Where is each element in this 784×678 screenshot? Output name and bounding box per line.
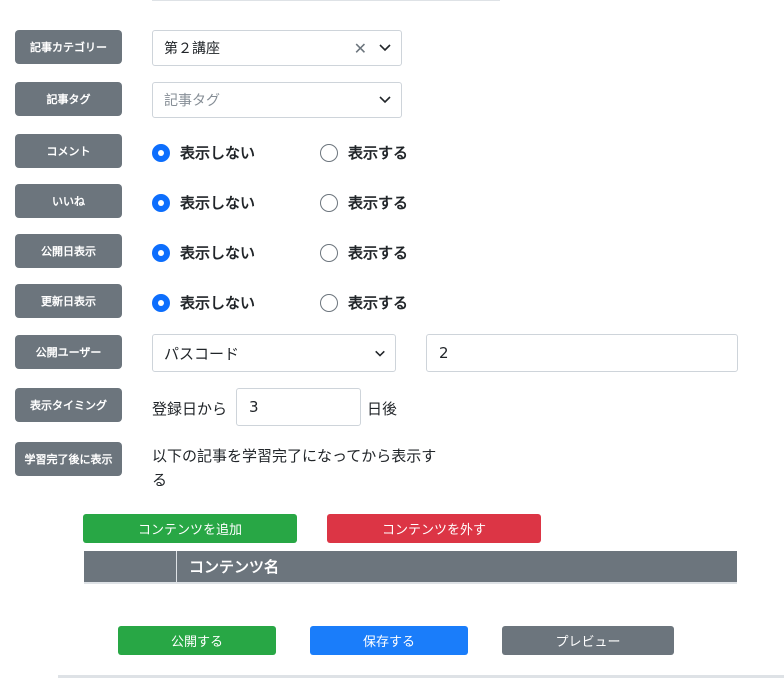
radio-unchecked-icon[interactable]	[320, 143, 338, 162]
publish-date-label: 公開日表示	[15, 234, 122, 268]
description-line-2: る	[152, 471, 168, 489]
display-timing-row: 表示タイミング	[15, 388, 122, 422]
top-divider	[152, 0, 500, 1]
update-date-label: 更新日表示	[15, 284, 122, 318]
publish-date-radio-off[interactable]: 表示しない	[152, 242, 255, 263]
publish-date-radio-on[interactable]: 表示する	[320, 242, 408, 263]
like-label: いいね	[15, 184, 122, 218]
comment-row: コメント	[15, 134, 122, 168]
update-date-radio-on[interactable]: 表示する	[320, 292, 408, 313]
radio-label: 表示する	[348, 194, 409, 212]
public-user-select-value: パスコード	[164, 344, 240, 363]
like-radio-on[interactable]: 表示する	[320, 192, 408, 213]
after-complete-label: 学習完了後に表示	[15, 442, 122, 476]
tag-row: 記事タグ	[15, 82, 122, 116]
contents-table-header: コンテンツ名	[84, 551, 737, 584]
chevron-down-icon[interactable]	[374, 347, 386, 359]
category-select[interactable]: 第２講座 ✕	[152, 30, 402, 66]
clear-icon[interactable]: ✕	[354, 39, 367, 58]
radio-label: 表示しない	[180, 144, 256, 162]
radio-checked-icon[interactable]	[152, 193, 170, 212]
add-content-button[interactable]: コンテンツを追加	[83, 514, 297, 543]
update-date-radio-off[interactable]: 表示しない	[152, 292, 255, 313]
publish-date-row: 公開日表示	[15, 234, 122, 268]
tag-placeholder: 記事タグ	[164, 93, 220, 109]
category-label: 記事カテゴリー	[15, 30, 122, 64]
radio-unchecked-icon[interactable]	[320, 293, 338, 312]
radio-checked-icon[interactable]	[152, 293, 170, 312]
remove-content-button[interactable]: コンテンツを外す	[327, 514, 541, 543]
radio-label: 表示しない	[180, 244, 256, 262]
description-line-1: 以下の記事を学習完了になってから表示す	[152, 447, 437, 465]
public-user-label: 公開ユーザー	[15, 335, 122, 369]
public-user-passcode-input[interactable]: 2	[426, 334, 738, 372]
chevron-down-icon[interactable]	[378, 40, 392, 54]
display-timing-days-input[interactable]: 3	[236, 388, 361, 426]
after-complete-description: 以下の記事を学習完了になってから表示す る	[152, 444, 436, 492]
like-row: いいね	[15, 184, 122, 218]
select-column-header	[84, 551, 177, 582]
comment-radio-off[interactable]: 表示しない	[152, 142, 255, 163]
public-user-select[interactable]: パスコード	[152, 334, 396, 372]
publish-button[interactable]: 公開する	[118, 626, 276, 655]
display-timing-suffix: 日後	[367, 400, 398, 418]
display-timing-label: 表示タイミング	[15, 388, 122, 422]
category-value: 第２講座	[164, 41, 220, 57]
radio-label: 表示する	[348, 294, 409, 312]
chevron-down-icon[interactable]	[378, 92, 392, 106]
comment-radio-on[interactable]: 表示する	[320, 142, 408, 163]
content-name-column-header: コンテンツ名	[189, 558, 280, 576]
radio-label: 表示しない	[180, 194, 256, 212]
radio-checked-icon[interactable]	[152, 243, 170, 262]
tag-select[interactable]: 記事タグ	[152, 82, 402, 118]
days-value: 3	[249, 398, 259, 416]
public-user-row: 公開ユーザー	[15, 335, 122, 369]
radio-unchecked-icon[interactable]	[320, 243, 338, 262]
preview-button[interactable]: プレビュー	[502, 626, 674, 655]
after-complete-row: 学習完了後に表示	[15, 442, 122, 476]
radio-label: 表示しない	[180, 294, 256, 312]
category-row: 記事カテゴリー	[15, 30, 122, 64]
tag-label: 記事タグ	[15, 82, 122, 116]
radio-label: 表示する	[348, 144, 409, 162]
like-radio-off[interactable]: 表示しない	[152, 192, 255, 213]
update-date-row: 更新日表示	[15, 284, 122, 318]
radio-checked-icon[interactable]	[152, 143, 170, 162]
save-button[interactable]: 保存する	[310, 626, 468, 655]
display-timing-prefix: 登録日から	[152, 400, 228, 418]
passcode-value: 2	[439, 344, 449, 362]
comment-label: コメント	[15, 134, 122, 168]
radio-label: 表示する	[348, 244, 409, 262]
radio-unchecked-icon[interactable]	[320, 193, 338, 212]
